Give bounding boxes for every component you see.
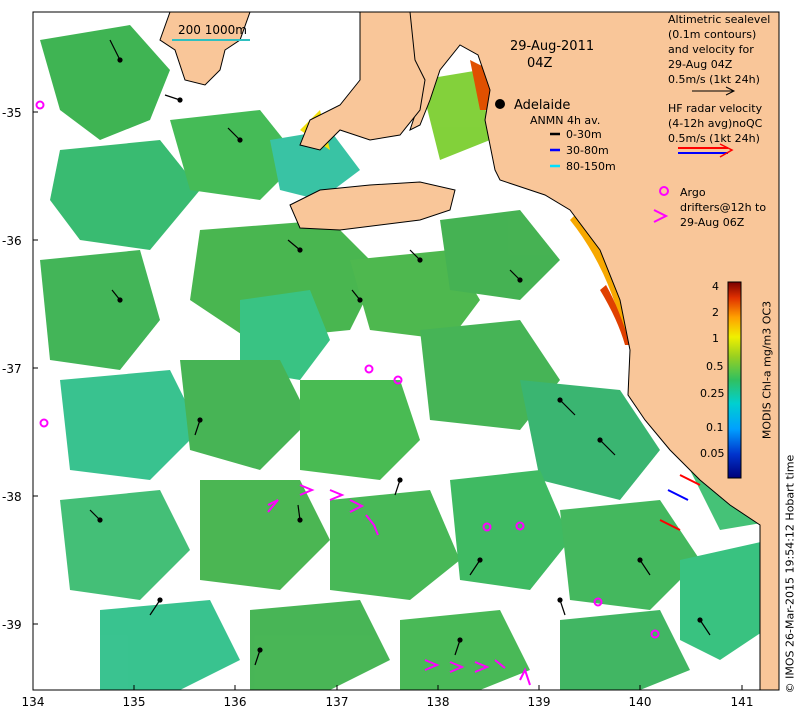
chlorophyll-map: 134 135 136 137 138 139 140 141 -35 -36 … (2, 11, 780, 709)
y-tick-labels: -35 -36 -37 -38 -39 (2, 106, 22, 632)
x-tick: 135 (123, 695, 146, 709)
altimetry-line: 29-Aug 04Z (668, 58, 733, 71)
altimetry-line: 0.5m/s (1kt 24h) (668, 73, 760, 86)
colorbar-tick: 0.25 (700, 387, 725, 400)
colorbar (727, 281, 742, 479)
drifter-legend-label: drifters@12h to (680, 201, 766, 214)
adelaide-label: Adelaide (514, 98, 570, 113)
x-tick: 138 (427, 695, 450, 709)
x-tick: 141 (731, 695, 754, 709)
y-tick: -36 (2, 234, 22, 248)
x-tick: 134 (22, 695, 45, 709)
altimetry-line: and velocity for (668, 43, 754, 56)
drifter-legend-label-2: 29-Aug 06Z (680, 216, 745, 229)
x-tick: 140 (629, 695, 652, 709)
anmn-item-2: 80-150m (566, 160, 616, 173)
anmn-legend-title: ANMN 4h av. (530, 114, 600, 127)
hf-radar-legend: HF radar velocity (4-12h avg)noQC 0.5m/s… (668, 102, 763, 145)
x-tick: 137 (326, 695, 349, 709)
y-tick: -39 (2, 618, 22, 632)
colorbar-tick: 0.5 (706, 360, 724, 373)
colorbar-tick: 4 (712, 280, 719, 293)
y-tick: -35 (2, 106, 22, 120)
colorbar-tick: 0.1 (706, 421, 724, 434)
altimetry-line: Altimetric sealevel (668, 13, 770, 26)
x-tick: 139 (528, 695, 551, 709)
argo-legend-label: Argo (680, 186, 706, 199)
hf-radar-line: 0.5m/s (1kt 24h) (668, 132, 760, 145)
scale-bar-label: 200 1000m (178, 23, 247, 37)
colorbar-title: MODIS Chl-a mg/m3 OC3 (760, 300, 774, 440)
colorbar-tick: 0.05 (700, 447, 725, 460)
altimetry-line: (0.1m contours) (668, 28, 756, 41)
time-label: 04Z (527, 56, 553, 71)
y-tick: -37 (2, 362, 22, 376)
colorbar-tick: 1 (712, 332, 719, 345)
y-tick: -38 (2, 490, 22, 504)
anmn-item-1: 30-80m (566, 144, 609, 157)
adelaide-marker (495, 99, 505, 109)
anmn-item-0: 0-30m (566, 128, 602, 141)
colorbar-title-wrap: MODIS Chl-a mg/m3 OC3 (758, 300, 776, 440)
x-tick-labels: 134 135 136 137 138 139 140 141 (22, 695, 754, 709)
date-label: 29-Aug-2011 (510, 39, 594, 54)
credit-text: © IMOS 26-Mar-2015 19:54:12 Hobart time (783, 454, 797, 694)
colorbar-tick: 2 (712, 306, 719, 319)
credit-wrap: © IMOS 26-Mar-2015 19:54:12 Hobart time (781, 430, 799, 718)
x-tick: 136 (224, 695, 247, 709)
hf-radar-line: HF radar velocity (668, 102, 763, 115)
hf-radar-line: (4-12h avg)noQC (668, 117, 763, 130)
